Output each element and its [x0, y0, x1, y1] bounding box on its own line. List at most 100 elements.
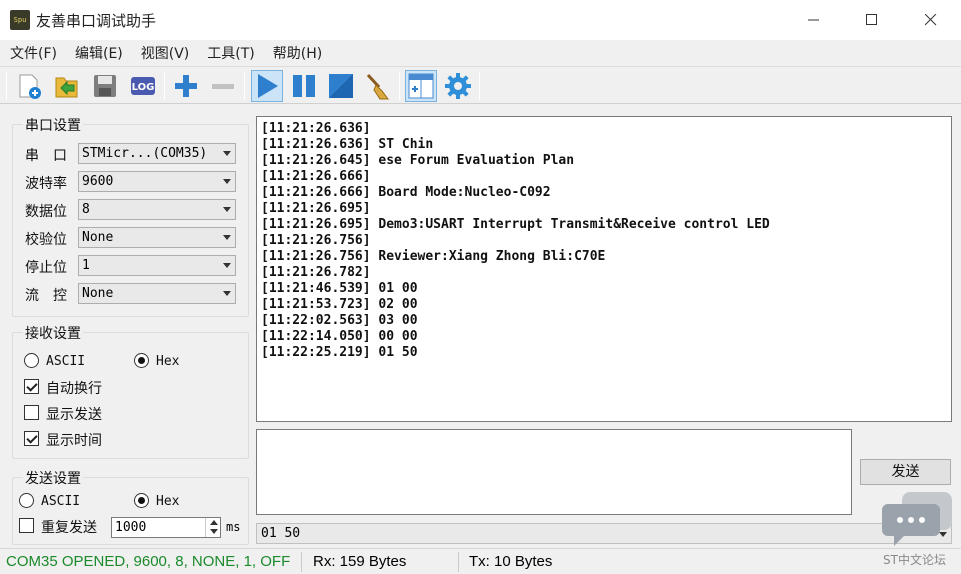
chat-bubble-icon: [882, 492, 952, 546]
minimize-button[interactable]: [785, 0, 843, 40]
repeat-send-checkbox[interactable]: [19, 518, 34, 533]
save-button[interactable]: [89, 70, 121, 102]
toolbar-separator: [164, 72, 165, 100]
send-button[interactable]: 发送: [860, 459, 951, 485]
open-button[interactable]: [51, 70, 83, 102]
log-line: [11:22:14.050] 00 00: [261, 329, 418, 344]
pause-button[interactable]: [288, 70, 320, 102]
send-input[interactable]: [256, 429, 852, 515]
stopbits-select[interactable]: 1: [78, 255, 236, 276]
baud-label: 波特率: [25, 176, 67, 192]
toolbar-separator: [244, 72, 245, 100]
log-line: [11:21:26.636] ST Chin: [261, 137, 434, 152]
rx-count: Rx: 159 Bytes: [313, 553, 407, 570]
toolbar-separator: [6, 72, 7, 100]
receive-settings-title: 接收设置: [23, 323, 83, 343]
menu-tools[interactable]: 工具(T): [201, 43, 260, 63]
log-button[interactable]: LOG: [127, 70, 159, 102]
toolbar-separator: [399, 72, 400, 100]
remove-button[interactable]: [207, 70, 239, 102]
close-button[interactable]: [902, 0, 960, 40]
stop-button[interactable]: [325, 70, 357, 102]
settings-button[interactable]: [442, 70, 474, 102]
repeat-send-label: 重复发送: [41, 520, 97, 536]
svg-text:LOG: LOG: [132, 82, 155, 93]
port-select[interactable]: STMicr...(COM35): [78, 143, 236, 164]
flow-select[interactable]: None: [78, 283, 236, 304]
receive-hex-radio[interactable]: [134, 353, 149, 368]
showtime-checkbox[interactable]: [24, 431, 39, 446]
save-icon: [94, 75, 116, 97]
log-line: [11:22:25.219] 01 50: [261, 345, 418, 360]
layout-icon: [408, 73, 434, 99]
status-divider: [458, 552, 459, 572]
databits-label: 数据位: [25, 204, 67, 220]
clear-button[interactable]: [362, 70, 394, 102]
title-bar: Spu 友善串口调试助手: [0, 0, 961, 40]
menu-edit[interactable]: 编辑(E): [69, 43, 129, 63]
broom-icon: [366, 73, 389, 100]
log-line: [11:21:26.645] ese Forum Evaluation Plan: [261, 153, 575, 168]
add-button[interactable]: [170, 70, 202, 102]
play-button[interactable]: [251, 70, 283, 102]
send-ascii-label: ASCII: [41, 494, 81, 509]
menu-view[interactable]: 视图(V): [135, 43, 196, 63]
databits-select[interactable]: 8: [78, 199, 236, 220]
autowrap-label: 自动换行: [46, 381, 102, 397]
play-icon: [258, 74, 278, 98]
chevron-down-icon: [210, 529, 218, 534]
maximize-button[interactable]: [843, 0, 901, 40]
menu-help[interactable]: 帮助(H): [267, 43, 328, 63]
new-button[interactable]: [13, 70, 45, 102]
chevron-down-icon: [223, 179, 231, 184]
chevron-down-icon: [223, 151, 231, 156]
log-line: [11:21:26.695] Demo3:USART Interrupt Tra…: [261, 217, 770, 232]
interval-stepper[interactable]: [205, 518, 220, 537]
receive-hex-label: Hex: [156, 354, 180, 369]
close-icon: [925, 14, 937, 26]
window-title: 友善串口调试助手: [36, 12, 157, 30]
log-line: [11:21:26.756] Reviewer:Xiang Zhong Bli:…: [261, 249, 606, 264]
baud-select[interactable]: 9600: [78, 171, 236, 192]
log-line: [11:21:46.539] 01 00: [261, 281, 418, 296]
port-status: COM35 OPENED, 9600, 8, NONE, 1, OFF: [6, 553, 291, 570]
receive-ascii-label: ASCII: [46, 354, 86, 369]
log-line: [11:21:53.723] 02 00: [261, 297, 418, 312]
log-line: [11:21:26.782]: [261, 265, 371, 280]
log-line: [11:21:26.756]: [261, 233, 371, 248]
autowrap-checkbox[interactable]: [24, 379, 39, 394]
chevron-up-icon: [210, 520, 218, 525]
showtime-label: 显示时间: [46, 433, 102, 449]
log-line: [11:21:26.666] Board Mode:Nucleo-C092: [261, 185, 551, 200]
layout-button[interactable]: [405, 70, 437, 102]
chevron-down-icon: [223, 207, 231, 212]
chevron-down-icon: [223, 263, 231, 268]
parity-select[interactable]: None: [78, 227, 236, 248]
port-label: 串 口: [25, 148, 67, 164]
parity-label: 校验位: [25, 232, 67, 248]
send-history-select[interactable]: 01 50: [256, 523, 952, 544]
menu-file[interactable]: 文件(F): [4, 43, 63, 63]
send-hex-label: Hex: [156, 494, 180, 509]
serial-settings-title: 串口设置: [23, 115, 83, 135]
receive-ascii-radio[interactable]: [24, 353, 39, 368]
new-file-icon: [19, 74, 41, 99]
send-ascii-radio[interactable]: [19, 493, 34, 508]
chevron-down-icon: [223, 291, 231, 296]
log-line: [11:22:02.563] 03 00: [261, 313, 418, 328]
receive-log[interactable]: [11:21:26.636] [11:21:26.636] ST Chin [1…: [256, 116, 952, 422]
chevron-down-icon: [223, 235, 231, 240]
log-icon: LOG: [131, 77, 155, 95]
maximize-icon: [866, 14, 877, 25]
send-hex-radio[interactable]: [134, 493, 149, 508]
repeat-interval-input[interactable]: 1000: [111, 517, 221, 538]
watermark-text: ST中文论坛: [883, 553, 946, 567]
menu-bar: 文件(F) 编辑(E) 视图(V) 工具(T) 帮助(H): [0, 40, 961, 66]
showsend-checkbox[interactable]: [24, 405, 39, 420]
stop-icon: [329, 74, 353, 98]
pause-icon: [293, 75, 315, 97]
add-icon: [175, 75, 197, 97]
status-bar: COM35 OPENED, 9600, 8, NONE, 1, OFF Rx: …: [0, 548, 961, 574]
log-line: [11:21:26.695]: [261, 201, 371, 216]
status-divider: [301, 552, 302, 572]
